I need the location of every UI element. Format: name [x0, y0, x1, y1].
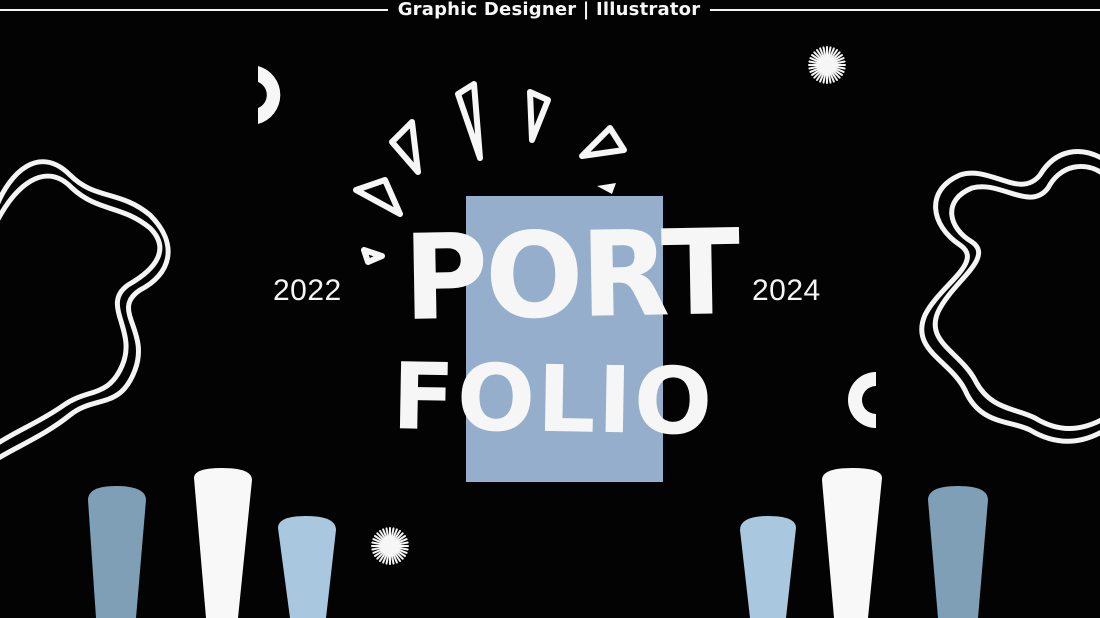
triangle-shard [361, 247, 385, 265]
squiggle-left-outer [0, 159, 171, 460]
triangle-shard [579, 125, 627, 159]
pill-shape-right-light [740, 516, 796, 618]
pill-shape-right-steel [928, 486, 988, 618]
squiggle-left-inner [0, 173, 163, 445]
moon-icon-top [258, 66, 281, 124]
triangle-shard [527, 89, 551, 143]
triangle-shard-small [597, 183, 616, 194]
portfolio-cover: Graphic Designer | Illustrator 2022 2024… [0, 0, 1100, 618]
title-line-2: FOLIO [391, 343, 716, 456]
pill-shape-left-white [194, 468, 252, 618]
pill-shape-left-light [278, 516, 336, 618]
squiggle-right [919, 149, 1100, 444]
title-line-1: PORT [402, 203, 739, 347]
triangle-shard [353, 177, 403, 217]
squiggle-left [0, 159, 171, 460]
moon-icon-right [848, 372, 876, 428]
squiggle-right-inner [932, 164, 1100, 431]
start-year: 2022 [273, 274, 342, 307]
starburst-icon-bottom [371, 527, 409, 565]
pill-shape-left-steel [88, 486, 146, 618]
triangle-shard [455, 81, 483, 161]
pill-shape-right-white [822, 468, 882, 618]
starburst-icon-top [808, 46, 846, 84]
end-year: 2024 [752, 274, 821, 307]
triangle-shard [389, 119, 421, 175]
